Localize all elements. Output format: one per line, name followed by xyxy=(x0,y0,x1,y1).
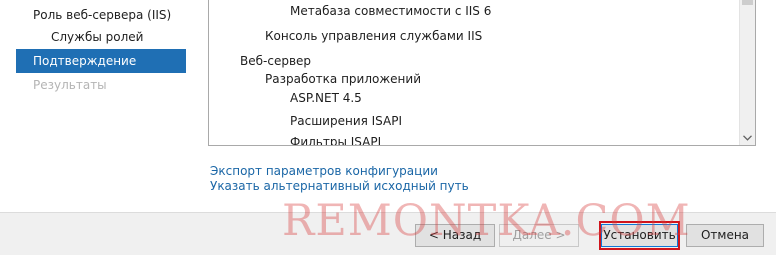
wizard-sidebar: Роль веб-сервера (IIS) Службы ролей Подт… xyxy=(0,0,198,212)
nav-item-web-server-role[interactable]: Роль веб-сервера (IIS) xyxy=(16,3,186,27)
feature-isapi-filters: Фильтры ISAPI xyxy=(290,135,382,146)
next-button: Далее > xyxy=(499,224,579,247)
features-list[interactable]: Метабаза совместимости с IIS 6 Консоль у… xyxy=(208,0,756,146)
feature-isapi-extensions: Расширения ISAPI xyxy=(290,114,403,128)
export-config-link[interactable]: Экспорт параметров конфигурации xyxy=(210,164,438,179)
nav-item-results: Результаты xyxy=(33,78,107,92)
feature-aspnet45: ASP.NET 4.5 xyxy=(290,91,362,105)
feature-iis-management-console: Консоль управления службами IIS xyxy=(265,29,483,43)
feature-iis6-metabase: Метабаза совместимости с IIS 6 xyxy=(290,4,492,18)
alt-source-path-link[interactable]: Указать альтернативный исходный путь xyxy=(210,179,469,194)
back-button[interactable]: < Назад xyxy=(415,224,495,247)
scroll-down-arrow-icon[interactable] xyxy=(740,130,755,145)
nav-item-role-services[interactable]: Службы ролей xyxy=(16,25,186,49)
wizard-footer: < Назад Далее > Установить Отмена xyxy=(0,212,776,255)
feature-web-server: Веб-сервер xyxy=(240,54,312,68)
cancel-button[interactable]: Отмена xyxy=(686,224,764,247)
feature-app-development: Разработка приложений xyxy=(265,72,421,86)
vertical-scrollbar[interactable] xyxy=(739,0,755,145)
nav-item-confirmation[interactable]: Подтверждение xyxy=(16,49,186,73)
install-button[interactable]: Установить xyxy=(601,224,678,247)
scrollbar-thumb[interactable] xyxy=(742,0,753,5)
